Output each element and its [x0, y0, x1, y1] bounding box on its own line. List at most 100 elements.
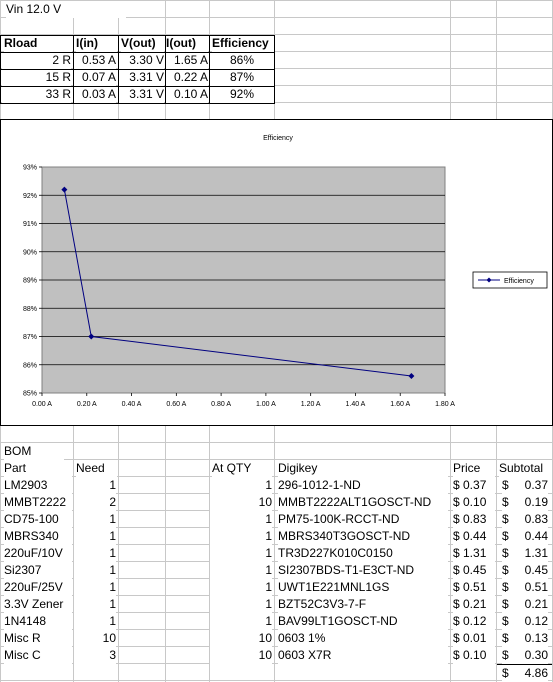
- bom-digikey-cell[interactable]: MMBT2222ALT1GOSCT-ND: [278, 494, 448, 511]
- bom-price-cell[interactable]: $ 1.31: [453, 545, 495, 562]
- bom-price-cell[interactable]: $ 0.21: [453, 596, 495, 613]
- bom-digikey-cell[interactable]: TR3D227K010C0150: [278, 545, 448, 562]
- bom-header-part[interactable]: Part: [4, 460, 72, 477]
- bom-price-cell[interactable]: $ 0.45: [453, 562, 495, 579]
- bom-header-digikey[interactable]: Digikey: [278, 460, 448, 477]
- bom-price-cell[interactable]: $ 0.10: [453, 494, 495, 511]
- bom-part-cell[interactable]: MMBT2222: [4, 494, 72, 511]
- bom-subtotal-cell[interactable]: 1.31: [512, 545, 548, 562]
- bom-title[interactable]: BOM: [4, 443, 64, 460]
- y-tick-label: 86%: [23, 362, 37, 369]
- load-table-cell[interactable]: 0.10 A: [166, 86, 208, 103]
- bom-part-cell[interactable]: Misc C: [4, 647, 72, 664]
- bom-part-cell[interactable]: MBRS340: [4, 528, 72, 545]
- bom-digikey-cell[interactable]: 0603 X7R: [278, 647, 448, 664]
- bom-need-cell[interactable]: 1: [74, 477, 116, 494]
- bom-need-cell[interactable]: 2: [74, 494, 116, 511]
- load-table-cell[interactable]: 2 R: [2, 52, 71, 69]
- bom-subtotal-cell[interactable]: 0.37: [512, 477, 548, 494]
- bom-digikey-cell[interactable]: 0603 1%: [278, 630, 448, 647]
- load-table-header[interactable]: Rload: [4, 35, 72, 52]
- load-table-cell[interactable]: 87%: [210, 69, 274, 86]
- total-value[interactable]: 4.86: [512, 665, 548, 682]
- bom-price-cell[interactable]: $ 0.12: [453, 613, 495, 630]
- load-table-cell[interactable]: 3.31 V: [119, 69, 164, 86]
- bom-at-qty-cell[interactable]: 10: [210, 630, 272, 647]
- bom-header-need[interactable]: Need: [76, 460, 117, 477]
- bom-part-cell[interactable]: Si2307: [4, 562, 72, 579]
- bom-need-cell[interactable]: 10: [74, 630, 116, 647]
- load-table-cell[interactable]: 15 R: [2, 69, 71, 86]
- load-table-cell[interactable]: 3.30 V: [119, 52, 164, 69]
- bom-at-qty-cell[interactable]: 10: [210, 494, 272, 511]
- bom-digikey-cell[interactable]: PM75-100K-RCCT-ND: [278, 511, 448, 528]
- bom-price-cell[interactable]: $ 0.37: [453, 477, 495, 494]
- bom-price-cell[interactable]: $ 0.10: [453, 647, 495, 664]
- bom-part-cell[interactable]: 220uF/10V: [4, 545, 72, 562]
- bom-subtotal-cell[interactable]: 0.45: [512, 562, 548, 579]
- load-table-cell[interactable]: 0.53 A: [74, 52, 116, 69]
- load-table-header[interactable]: V(out): [121, 35, 164, 52]
- load-table-header[interactable]: Efficiency: [212, 35, 274, 52]
- table-border: [165, 35, 166, 103]
- total-currency[interactable]: $: [502, 665, 512, 682]
- load-table-cell[interactable]: 0.03 A: [74, 86, 116, 103]
- bom-subtotal-cell[interactable]: 0.13: [512, 630, 548, 647]
- bom-part-cell[interactable]: 1N4148: [4, 613, 72, 630]
- bom-need-cell[interactable]: 1: [74, 562, 116, 579]
- bom-subtotal-cell[interactable]: 0.19: [512, 494, 548, 511]
- bom-at-qty-cell[interactable]: 1: [210, 477, 272, 494]
- bom-part-cell[interactable]: LM2903: [4, 477, 72, 494]
- bom-header-subtotal[interactable]: Subtotal: [499, 460, 552, 477]
- bom-at-qty-cell[interactable]: 1: [210, 545, 272, 562]
- bom-part-cell[interactable]: 220uF/25V: [4, 579, 72, 596]
- bom-price-cell[interactable]: $ 0.44: [453, 528, 495, 545]
- load-table-cell[interactable]: 33 R: [2, 86, 71, 103]
- bom-at-qty-cell[interactable]: 1: [210, 562, 272, 579]
- bom-part-cell[interactable]: Misc R: [4, 630, 72, 647]
- bom-digikey-cell[interactable]: UWT1E221MNL1GS: [278, 579, 448, 596]
- load-table-cell[interactable]: 3.31 V: [119, 86, 164, 103]
- bom-digikey-cell[interactable]: BZT52C3V3-7-F: [278, 596, 448, 613]
- bom-price-cell[interactable]: $ 0.83: [453, 511, 495, 528]
- bom-subtotal-cell[interactable]: 0.12: [512, 613, 548, 630]
- load-table-cell[interactable]: 0.07 A: [74, 69, 116, 86]
- bom-at-qty-cell[interactable]: 1: [210, 613, 272, 630]
- load-table-cell[interactable]: 0.22 A: [166, 69, 208, 86]
- bom-need-cell[interactable]: 3: [74, 647, 116, 664]
- bom-digikey-cell[interactable]: BAV99LT1GOSCT-ND: [278, 613, 448, 630]
- load-table-cell[interactable]: 86%: [210, 52, 274, 69]
- bom-subtotal-cell[interactable]: 0.51: [512, 579, 548, 596]
- bom-need-cell[interactable]: 1: [74, 613, 116, 630]
- vin-label[interactable]: Vin 12.0 V: [6, 1, 126, 18]
- bom-subtotal-currency: $: [502, 528, 512, 545]
- bom-at-qty-cell[interactable]: 1: [210, 528, 272, 545]
- bom-digikey-cell[interactable]: 296-1012-1-ND: [278, 477, 448, 494]
- load-table-cell[interactable]: 92%: [210, 86, 274, 103]
- bom-need-cell[interactable]: 1: [74, 545, 116, 562]
- load-table-header[interactable]: I(in): [76, 35, 117, 52]
- bom-digikey-cell[interactable]: SI2307BDS-T1-E3CT-ND: [278, 562, 448, 579]
- bom-at-qty-cell[interactable]: 1: [210, 596, 272, 613]
- bom-at-qty-cell[interactable]: 10: [210, 647, 272, 664]
- bom-subtotal-cell[interactable]: 0.30: [512, 647, 548, 664]
- bom-subtotal-cell[interactable]: 0.44: [512, 528, 548, 545]
- bom-header-price[interactable]: Price: [453, 460, 495, 477]
- bom-need-cell[interactable]: 1: [74, 511, 116, 528]
- bom-price-cell[interactable]: $ 0.01: [453, 630, 495, 647]
- bom-need-cell[interactable]: 1: [74, 579, 116, 596]
- bom-header-at-qty[interactable]: At QTY: [212, 460, 272, 477]
- load-table-cell[interactable]: 1.65 A: [166, 52, 208, 69]
- efficiency-chart[interactable]: Efficiency 85% 86% 87% 88% 89% 90% 91% 92% 93% 0…: [0, 119, 553, 426]
- bom-at-qty-cell[interactable]: 1: [210, 579, 272, 596]
- bom-need-cell[interactable]: 1: [74, 528, 116, 545]
- bom-part-cell[interactable]: 3.3V Zener: [4, 596, 72, 613]
- bom-subtotal-cell[interactable]: 0.83: [512, 511, 548, 528]
- bom-subtotal-cell[interactable]: 0.21: [512, 596, 548, 613]
- bom-at-qty-cell[interactable]: 1: [210, 511, 272, 528]
- bom-part-cell[interactable]: CD75-100: [4, 511, 72, 528]
- bom-digikey-cell[interactable]: MBRS340T3GOSCT-ND: [278, 528, 448, 545]
- load-table-header[interactable]: I(out): [166, 35, 208, 52]
- bom-price-cell[interactable]: $ 0.51: [453, 579, 495, 596]
- bom-need-cell[interactable]: 1: [74, 596, 116, 613]
